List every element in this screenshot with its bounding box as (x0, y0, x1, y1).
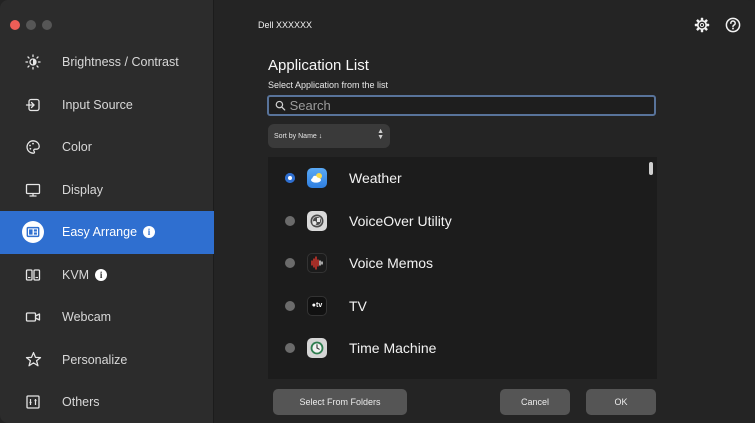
app-name: Voice Memos (349, 255, 434, 272)
sidebar-item-personalize[interactable]: Personalize (0, 339, 214, 382)
app-name: VoiceOver Utility (349, 212, 452, 229)
sidebar-item-webcam[interactable]: Webcam (0, 296, 214, 339)
list-item[interactable]: Voice Memos (268, 242, 657, 285)
chevron-up-down-icon: ▲ ▼ (377, 128, 384, 141)
sort-dropdown[interactable]: Sort by Name ↓ ▲ ▼ (268, 124, 390, 148)
radio-button[interactable] (285, 258, 295, 269)
list-item[interactable]: Weather (268, 157, 657, 200)
sidebar-item-brightness-contrast[interactable]: Brightness / Contrast (0, 41, 214, 84)
main-panel: Application List Select Application from… (214, 0, 755, 423)
star-icon (22, 349, 44, 371)
easy-arrange-icon (22, 221, 44, 244)
cancel-button[interactable]: Cancel (500, 389, 570, 415)
sidebar-item-color[interactable]: Color (0, 126, 214, 169)
close-window-button[interactable] (10, 20, 20, 30)
sidebar-item-easy-arrange[interactable]: Easy Arrange i (0, 211, 214, 254)
input-source-icon (22, 94, 44, 116)
page-subtitle: Select Application from the list (268, 80, 389, 90)
sort-label: Sort by Name ↓ (274, 132, 323, 140)
window-controls (10, 20, 52, 30)
search-icon (275, 100, 286, 111)
radio-button[interactable] (285, 300, 295, 311)
weather-app-icon (307, 168, 327, 189)
search-field[interactable] (267, 95, 656, 116)
voice-memos-icon (307, 253, 327, 274)
list-item[interactable]: Time Machine (268, 327, 657, 370)
application-list[interactable]: Weather VoiceOver Utility Voice Memos ●t… (268, 157, 657, 379)
sidebar-item-kvm[interactable]: KVM i (0, 254, 214, 297)
apple-tv-icon: ●tv (307, 295, 327, 316)
sidebar-nav: Brightness / Contrast Input Source Color… (0, 41, 214, 423)
sidebar: Brightness / Contrast Input Source Color… (0, 0, 214, 423)
zoom-window-button[interactable] (42, 20, 52, 30)
sidebar-item-input-source[interactable]: Input Source (0, 84, 214, 127)
sidebar-item-label: Webcam (62, 310, 112, 325)
app-window: Brightness / Contrast Input Source Color… (0, 0, 755, 423)
minimize-window-button[interactable] (26, 20, 36, 30)
radio-button[interactable] (285, 173, 295, 184)
ok-button[interactable]: OK (586, 389, 656, 415)
display-icon (22, 179, 44, 201)
search-input[interactable] (289, 98, 654, 113)
app-name: Time Machine (349, 340, 437, 357)
sidebar-item-label: Others (62, 395, 100, 410)
sidebar-item-label: Input Source (62, 97, 133, 112)
color-palette-icon (22, 136, 44, 158)
webcam-icon (22, 306, 44, 328)
list-scrollbar[interactable] (649, 162, 653, 175)
sidebar-item-display[interactable]: Display (0, 169, 214, 212)
others-icon (22, 391, 44, 413)
sidebar-item-label: Brightness / Contrast (62, 55, 179, 70)
sidebar-item-label: Easy Arrange (62, 225, 138, 240)
sidebar-item-label: KVM (62, 267, 90, 282)
select-from-folders-button[interactable]: Select From Folders (273, 389, 407, 415)
radio-button[interactable] (285, 343, 295, 354)
app-name: Weather (349, 170, 402, 187)
time-machine-icon (307, 338, 327, 359)
sidebar-item-others[interactable]: Others (0, 381, 214, 423)
radio-button[interactable] (285, 215, 295, 226)
sidebar-item-label: Display (62, 182, 103, 197)
app-name: TV (349, 297, 367, 314)
brightness-icon (22, 51, 44, 73)
list-item[interactable]: VoiceOver Utility (268, 200, 657, 243)
sidebar-item-label: Color (62, 140, 92, 155)
kvm-icon (22, 264, 44, 286)
list-item[interactable]: ●tv TV (268, 285, 657, 328)
voiceover-utility-icon (307, 210, 327, 231)
page-title: Application List (268, 57, 369, 74)
info-icon[interactable]: i (143, 226, 156, 239)
sidebar-item-label: Personalize (62, 352, 128, 367)
info-icon[interactable]: i (95, 268, 108, 281)
